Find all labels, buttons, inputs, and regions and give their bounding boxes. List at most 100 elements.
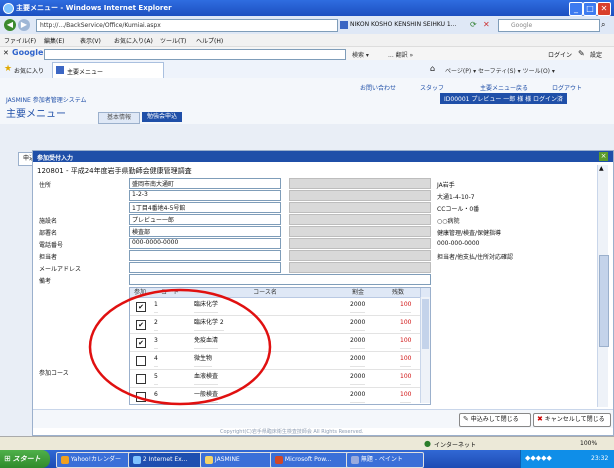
- note-field[interactable]: [129, 274, 431, 285]
- taskbar-item-jasmine[interactable]: JASMINE: [200, 452, 276, 468]
- page-tab-icon: [340, 21, 348, 29]
- action-bar: ✎ 申込みして閉じる ✖ キャンセルして閉じる: [33, 409, 613, 428]
- wrench-icon[interactable]: ✎: [578, 49, 585, 58]
- dialog-close-icon[interactable]: ×: [599, 152, 608, 161]
- course-remain: 100: [400, 298, 412, 313]
- course-price: 2000: [350, 316, 366, 331]
- window-titlebar: 主要メニュー - Windows Internet Explorer _ □ ✕: [0, 0, 614, 16]
- dialog-title: 参加受付入力: [37, 155, 74, 162]
- taskbar-item-ppt-label: Microsoft Pow...: [284, 456, 332, 463]
- ref-2: 大通1-4-10-7: [437, 194, 475, 201]
- menu-item-file[interactable]: ファイル(F): [4, 36, 36, 45]
- table-scroll-thumb[interactable]: [422, 299, 429, 349]
- readonly-1: [289, 178, 431, 189]
- search-field[interactable]: Google: [498, 19, 600, 32]
- readonly-7: [289, 250, 431, 261]
- google-search-button[interactable]: 検索 ▾: [352, 50, 369, 59]
- link-staff[interactable]: スタッフ: [420, 83, 444, 92]
- favorites-label[interactable]: お気に入り: [14, 66, 44, 75]
- taskbar-item-ppt[interactable]: Microsoft Pow...: [270, 452, 352, 468]
- course-price: 2000: [350, 370, 366, 385]
- tab-page-icon: [56, 66, 64, 74]
- taskbar-item-paint[interactable]: 無題 - ペイント: [346, 452, 424, 468]
- menu-item-help[interactable]: ヘルプ(H): [196, 36, 223, 45]
- google-logo: Google: [12, 48, 44, 57]
- address-field[interactable]: http://.../BackService/Office/Kumiai.asp…: [36, 19, 338, 32]
- dialog-subtitle: 120801 - 平成24年度岩手県勤師会健康管理調査: [37, 167, 192, 175]
- address-tab-title[interactable]: NIKON KOSHO KENSHIN SEIHKU 1...: [350, 21, 470, 28]
- taskbar-item-ie[interactable]: 2 Internet Ex...: [128, 452, 206, 468]
- table-scrollbar[interactable]: [420, 297, 430, 403]
- google-settings[interactable]: 設定: [590, 50, 602, 59]
- window-title: 主要メニュー - Windows Internet Explorer: [16, 4, 172, 12]
- link-contact[interactable]: お問い合わせ: [360, 83, 396, 92]
- address-line1-value: 盛岡市南大通町: [132, 181, 175, 188]
- readonly-4: [289, 214, 431, 225]
- zoom-level[interactable]: 100%: [580, 440, 597, 447]
- paint-icon: [351, 455, 359, 464]
- system-tray: ◆◆◆◆◆ 23:32: [520, 450, 614, 468]
- ref-5: 健康管理/検査/保健指導: [437, 230, 502, 237]
- search-icon[interactable]: ⌕: [601, 20, 605, 30]
- menu-item-edit[interactable]: 編集(E): [44, 36, 64, 45]
- powerpoint-icon: [275, 455, 283, 464]
- address-line2-field[interactable]: 1-2-3: [129, 190, 281, 201]
- address-line3-value: 1丁目4番地4-5号館: [132, 205, 186, 212]
- cancel-icon: ✖: [537, 415, 543, 423]
- facility-field[interactable]: プレビュー一郎: [129, 214, 281, 225]
- ref-6: 000-000-0000: [437, 240, 480, 247]
- menu-item-favorites[interactable]: お気に入り(A): [114, 36, 153, 45]
- home-icon[interactable]: ⌂: [430, 64, 435, 73]
- annotation-ellipse: [88, 288, 272, 406]
- scroll-thumb[interactable]: [599, 255, 609, 347]
- phone-field[interactable]: 000-0000-0000: [129, 238, 281, 249]
- address-line1-field[interactable]: 盛岡市南大通町: [129, 178, 281, 189]
- taskbar-item-yahoo-label: Yahoo!カレンダー: [70, 456, 121, 463]
- app-brand: JASMINE 参加者管理システム: [6, 97, 87, 104]
- close-button[interactable]: ✕: [597, 2, 611, 16]
- app-header: JASMINE 参加者管理システム 主要メニュー 基本情報 勉強会申込 お問い合…: [0, 78, 614, 125]
- back-icon[interactable]: ◀: [4, 19, 16, 31]
- address-line3-field[interactable]: 1丁目4番地4-5号館: [129, 202, 281, 213]
- status-bar: ● インターネット 100%: [0, 436, 614, 451]
- forward-icon[interactable]: ▶: [18, 19, 30, 31]
- toolbar-close-icon[interactable]: ✕: [3, 49, 9, 57]
- google-login[interactable]: ログイン: [548, 50, 572, 59]
- tray-icons[interactable]: ◆◆◆◆◆: [525, 454, 552, 462]
- ref-1: JA岩手: [437, 182, 455, 189]
- course-price: 2000: [350, 298, 366, 313]
- course-label: 参加コース: [39, 370, 69, 377]
- page-tools[interactable]: ページ(P) ▾ セーフティ(S) ▾ ツール(O) ▾: [445, 66, 555, 75]
- scroll-up-icon[interactable]: ▲: [599, 165, 604, 172]
- course-price: 2000: [350, 388, 366, 403]
- taskbar-item-yahoo[interactable]: Yahoo!カレンダー: [56, 452, 134, 468]
- start-button[interactable]: ⊞ スタート: [0, 450, 50, 468]
- readonly-2: [289, 190, 431, 201]
- form-scrollbar[interactable]: ▲: [597, 165, 609, 407]
- readonly-5: [289, 226, 431, 237]
- refresh-icon[interactable]: ⟳: [470, 20, 477, 29]
- department-field[interactable]: 検査部: [129, 226, 281, 237]
- email-field[interactable]: [129, 262, 281, 273]
- maximize-button[interactable]: □: [583, 2, 597, 16]
- favorites-star-icon[interactable]: ★: [4, 64, 12, 74]
- google-extra[interactable]: ... 翻訳 »: [388, 50, 413, 59]
- google-search-input[interactable]: [44, 49, 346, 60]
- ref-7: 担当者/他支払/住所対応確認: [437, 254, 514, 261]
- menu-item-view[interactable]: 表示(V): [80, 36, 101, 45]
- minimize-button[interactable]: _: [569, 2, 583, 16]
- submit-button[interactable]: ✎ 申込みして閉じる: [459, 413, 531, 427]
- link-main-menu[interactable]: 主要メニュー戻る: [480, 83, 528, 92]
- contact-field[interactable]: [129, 250, 281, 261]
- readonly-6: [289, 238, 431, 249]
- course-price: 2000: [350, 334, 366, 349]
- menu-item-tools[interactable]: ツール(T): [160, 36, 186, 45]
- nav-tab-basic[interactable]: 基本情報: [98, 112, 140, 124]
- ie-task-icon: [133, 455, 141, 464]
- cancel-button[interactable]: ✖ キャンセルして閉じる: [533, 413, 611, 427]
- globe-icon: ●: [424, 439, 431, 448]
- stop-icon[interactable]: ✕: [483, 20, 490, 29]
- nav-tab-apply[interactable]: 勉強会申込: [142, 112, 182, 122]
- browser-tab[interactable]: 主要メニュー: [52, 62, 164, 78]
- link-logout[interactable]: ログアウト: [552, 83, 582, 92]
